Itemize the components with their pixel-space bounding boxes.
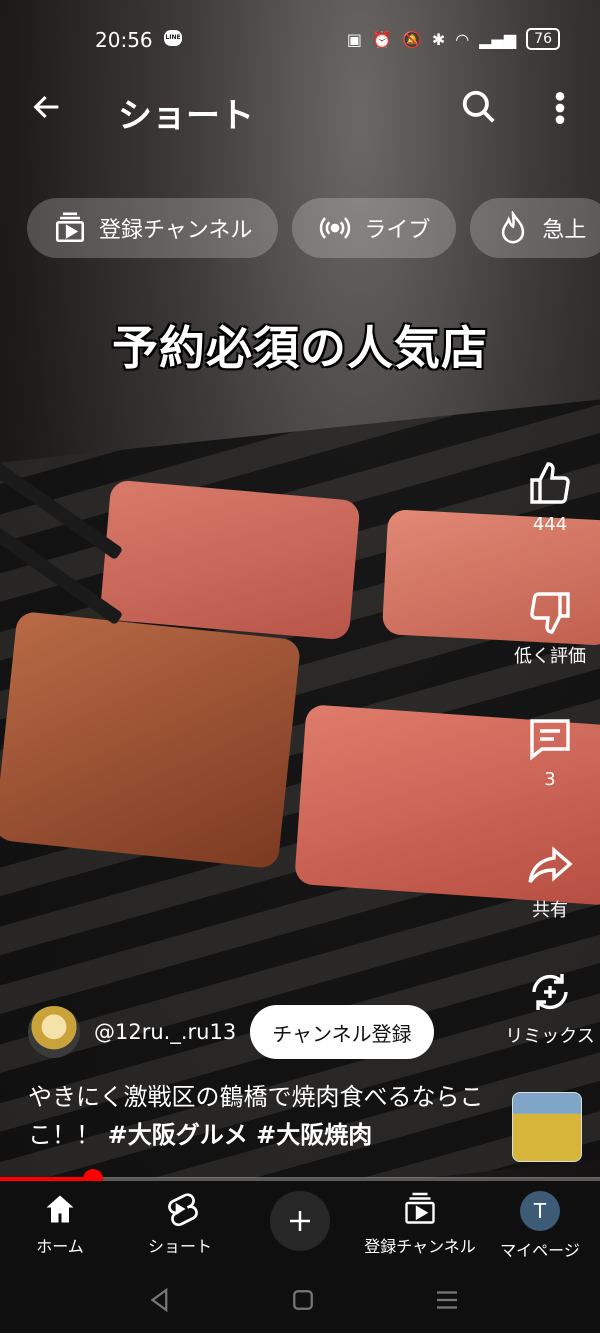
comment-icon — [530, 719, 570, 761]
comments-button[interactable]: 3 — [500, 715, 600, 790]
subscriptions-icon — [405, 1192, 435, 1224]
chip-label: ライブ — [364, 218, 431, 243]
subscriptions-icon — [55, 212, 85, 243]
dislike-label: 低く評価 — [514, 646, 586, 667]
channel-row: @12ru._.ru13 チャンネル登録 — [28, 1005, 434, 1059]
caption-hashtags[interactable]: #大阪グルメ #大阪焼肉 — [108, 1121, 373, 1149]
live-icon — [320, 217, 351, 239]
search-icon[interactable] — [460, 88, 498, 126]
nav-home[interactable]: ホーム — [0, 1191, 120, 1257]
share-icon — [528, 846, 573, 884]
nav-label: 登録チャンネル — [364, 1237, 476, 1256]
nav-shorts[interactable]: ショート — [120, 1191, 240, 1257]
system-back-icon[interactable] — [145, 1285, 175, 1315]
nav-label: ショート — [147, 1237, 212, 1256]
shorts-icon — [168, 1193, 198, 1227]
home-icon — [46, 1195, 74, 1223]
remix-label: リミックス — [505, 1026, 595, 1047]
back-arrow-icon[interactable] — [30, 90, 64, 124]
nav-mypage[interactable]: T マイページ — [480, 1191, 600, 1261]
sound-thumbnail[interactable] — [512, 1092, 582, 1162]
chip-subscriptions[interactable]: 登録チャンネル — [27, 198, 279, 258]
video-caption[interactable]: やきにく激戦区の鶴橋で焼肉食べるならここ！！ #大阪グルメ #大阪焼肉 — [28, 1078, 498, 1154]
nav-label: マイページ — [500, 1241, 580, 1260]
account-avatar: T — [520, 1191, 560, 1231]
thumbs-down-icon — [530, 592, 570, 634]
chip-live[interactable]: ライブ — [292, 198, 457, 258]
subscribe-button[interactable]: チャンネル登録 — [250, 1005, 434, 1059]
chip-trending[interactable]: 急上 — [470, 198, 600, 258]
video-overlay-text: 予約必須の人気店 — [112, 321, 488, 375]
chip-label: 急上 — [542, 218, 587, 243]
more-vert-icon[interactable] — [545, 88, 575, 128]
share-label: 共有 — [532, 900, 568, 921]
top-app-bar: ショート — [0, 80, 600, 136]
channel-handle[interactable]: @12ru._.ru13 — [94, 1020, 236, 1044]
create-button[interactable] — [270, 1191, 330, 1251]
system-navigation — [0, 1271, 600, 1333]
nav-subscriptions[interactable]: 登録チャンネル — [360, 1191, 480, 1257]
dislike-button[interactable]: 低く評価 — [500, 588, 600, 668]
remix-button[interactable]: リミックス — [500, 968, 600, 1048]
battery-indicator: 76 — [526, 28, 560, 50]
comment-count: 3 — [544, 769, 556, 790]
status-bar: 20:56 LINE ▣ ⏰ 🔕 ✱ ◠ ▂▄▆ 76 — [0, 20, 600, 60]
bluetooth-icon: ✱ — [431, 29, 446, 49]
page-title: ショート — [118, 96, 254, 136]
like-count: 444 — [532, 514, 568, 535]
line-app-icon: LINE — [164, 30, 182, 46]
system-recents-icon[interactable] — [432, 1285, 462, 1315]
plus-icon — [290, 1211, 310, 1231]
signal-icon: ▂▄▆ — [479, 29, 517, 49]
system-home-icon[interactable] — [288, 1285, 318, 1315]
trending-icon — [502, 211, 525, 244]
meat-slice — [0, 610, 302, 870]
like-button[interactable]: 444 — [500, 460, 600, 535]
meat-slice — [99, 479, 361, 641]
wifi-icon: ◠ — [455, 29, 470, 49]
channel-avatar[interactable] — [28, 1006, 80, 1058]
bottom-navigation: ホーム ショート 登録チャンネル T マイページ — [0, 1181, 600, 1271]
alarm-icon: ⏰ — [372, 29, 392, 49]
status-icons: ▣ ⏰ 🔕 ✱ ◠ ▂▄▆ 76 — [347, 28, 560, 50]
status-time: 20:56 — [95, 28, 153, 52]
mute-icon: 🔕 — [401, 29, 422, 49]
nav-label: ホーム — [36, 1237, 84, 1256]
filter-chips: 登録チャンネル ライブ 急上 — [27, 198, 600, 258]
remix-icon — [532, 974, 568, 1010]
chip-label: 登録チャンネル — [99, 218, 253, 243]
thumbs-up-icon — [530, 462, 570, 504]
share-button[interactable]: 共有 — [500, 842, 600, 922]
nfc-icon: ▣ — [346, 29, 363, 49]
